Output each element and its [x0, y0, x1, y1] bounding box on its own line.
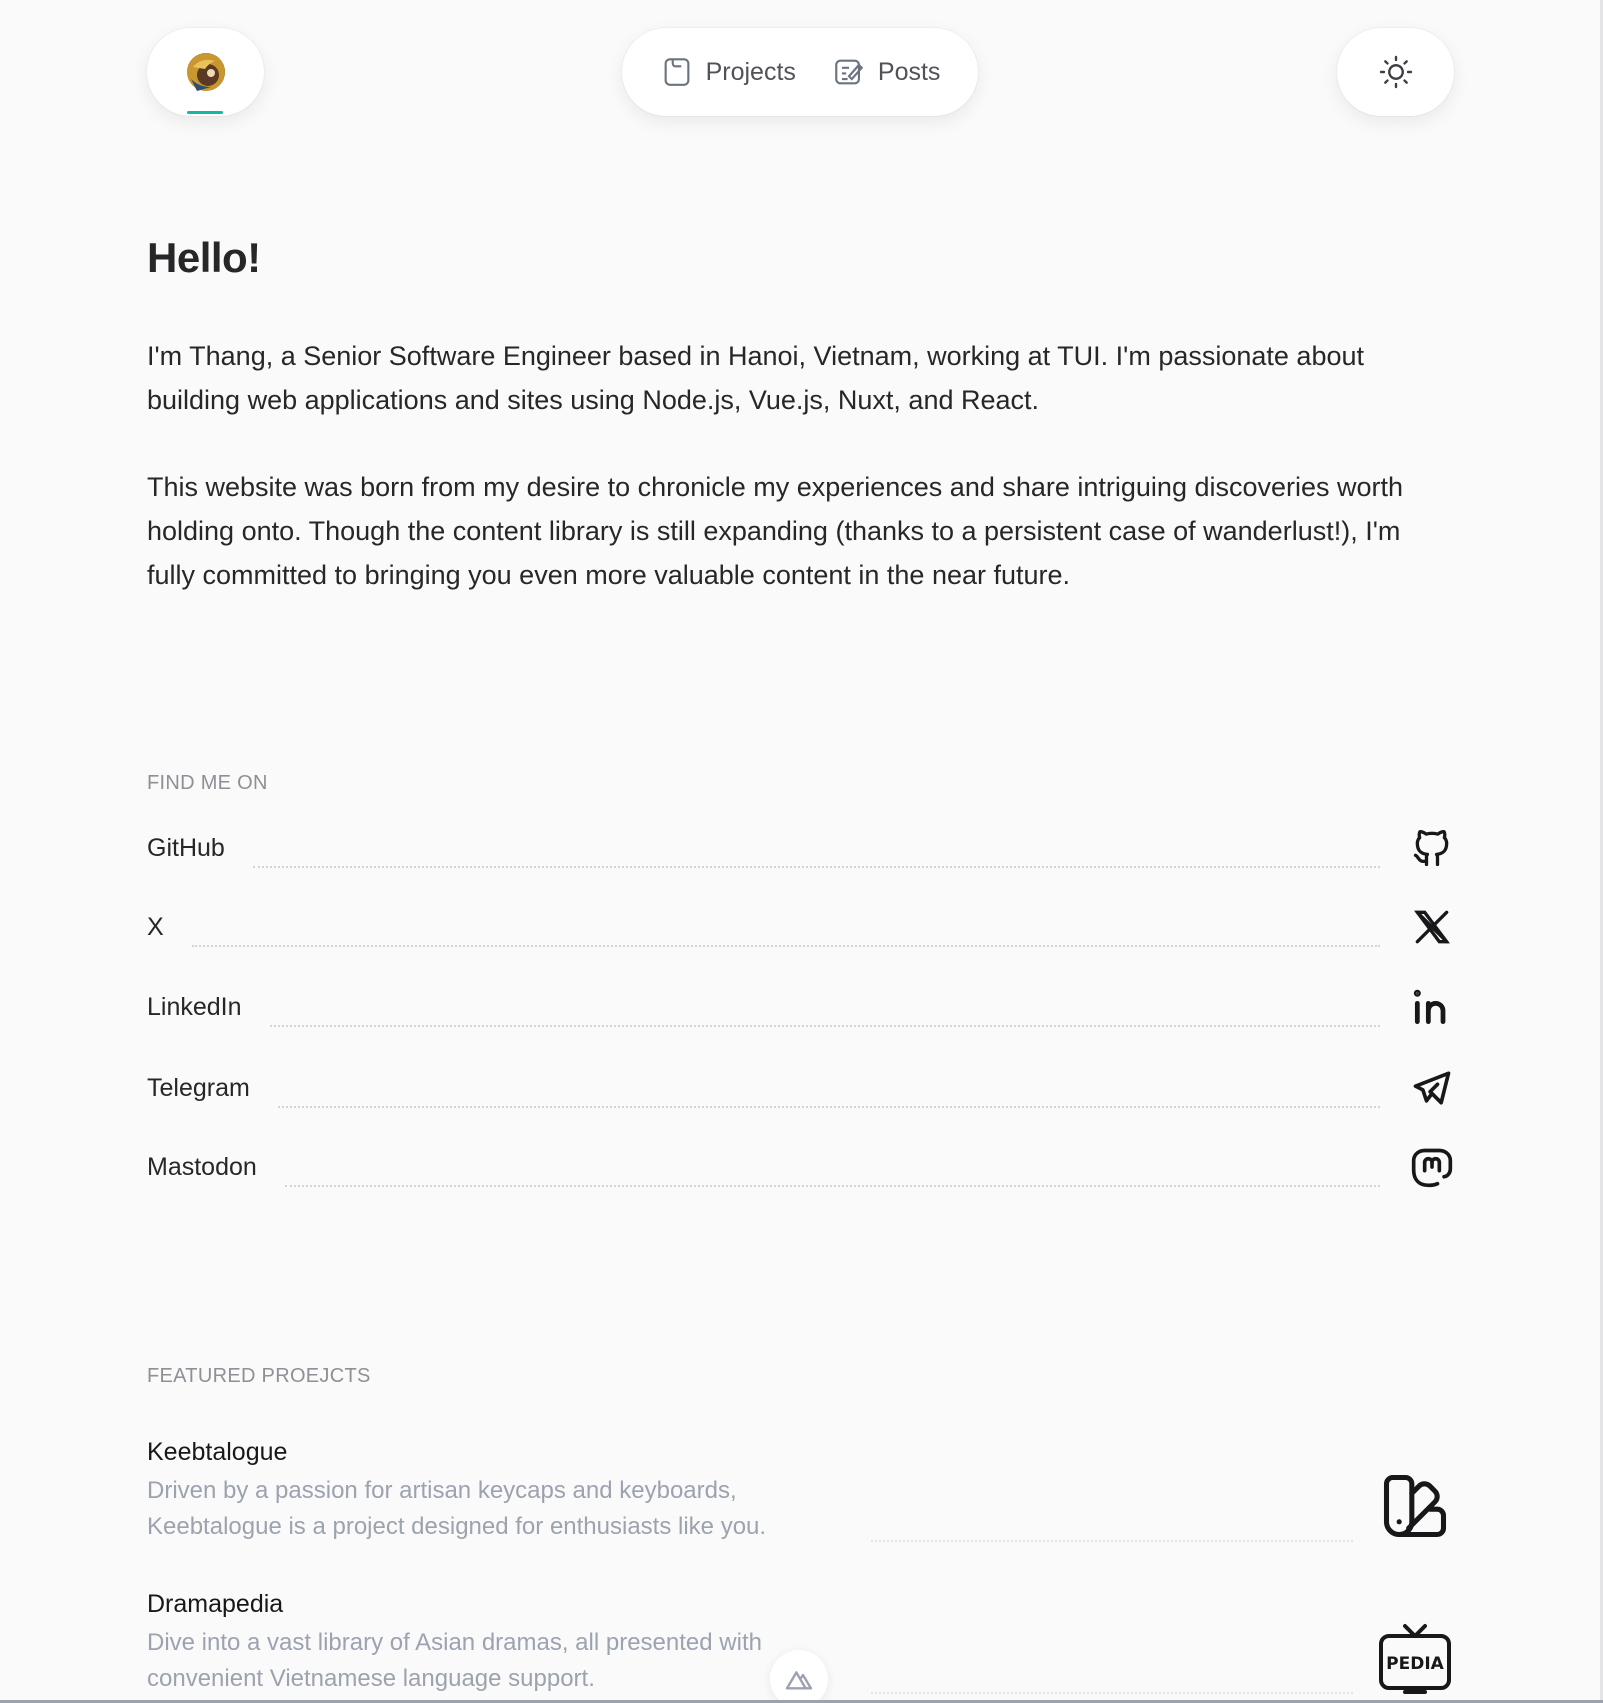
- active-indicator: [187, 111, 223, 114]
- social-link-linkedin[interactable]: LinkedIn: [147, 977, 1454, 1037]
- sun-icon: [1379, 55, 1412, 89]
- avatar-home-link[interactable]: [147, 28, 264, 116]
- swatch-book-icon: [1377, 1468, 1453, 1544]
- theme-toggle-button[interactable]: [1337, 28, 1454, 116]
- dotted-leader: [871, 1540, 1353, 1542]
- social-link-label: X: [147, 912, 164, 941]
- nav-posts[interactable]: Posts: [832, 55, 941, 89]
- edit-document-icon: [835, 59, 864, 85]
- social-link-label: Telegram: [147, 1073, 250, 1102]
- nuxt-icon: [785, 1671, 813, 1690]
- dotted-leader: [284, 1185, 1380, 1187]
- social-link-label: GitHub: [147, 833, 225, 862]
- nuxt-devtools-button[interactable]: [770, 1650, 828, 1703]
- social-link-mastodon[interactable]: Mastodon: [147, 1137, 1454, 1197]
- social-link-github[interactable]: GitHub: [147, 818, 1454, 878]
- dotted-leader: [871, 1692, 1353, 1694]
- project-title: Keebtalogue: [147, 1438, 288, 1466]
- tv-pedia-icon: PEDIA: [1377, 1620, 1453, 1696]
- github-icon: [1410, 826, 1454, 870]
- project-title: Dramapedia: [147, 1590, 284, 1618]
- social-section-heading: FIND ME ON: [147, 772, 268, 794]
- dotted-leader: [252, 866, 1380, 868]
- page-title: Hello!: [147, 234, 261, 281]
- social-link-x[interactable]: X: [147, 897, 1454, 957]
- social-link-telegram[interactable]: Telegram: [147, 1058, 1454, 1118]
- intro-paragraph: This website was born from my desire to …: [147, 472, 1404, 590]
- mastodon-icon: [1410, 1145, 1454, 1189]
- tv-pedia-icon-text: PEDIA: [1386, 1654, 1445, 1674]
- linkedin-icon: [1410, 985, 1454, 1029]
- nav-projects-label: Projects: [705, 57, 796, 86]
- dotted-leader: [269, 1025, 1380, 1027]
- x-icon: [1410, 905, 1454, 949]
- main-nav: Projects Posts: [622, 28, 978, 116]
- social-link-label: Mastodon: [147, 1152, 257, 1181]
- project-keebtalogue[interactable]: Keebtalogue Driven by a passion for arti…: [147, 1438, 1454, 1545]
- project-description: Driven by a passion for artisan keycaps …: [147, 1477, 767, 1540]
- social-link-label: LinkedIn: [147, 992, 242, 1021]
- folder-icon: [664, 58, 689, 86]
- project-description: Dive into a vast library of Asian dramas…: [147, 1629, 762, 1692]
- dotted-leader: [191, 945, 1380, 947]
- telegram-icon: [1410, 1066, 1454, 1110]
- intro-paragraph: I'm Thang, a Senior Software Engineer ba…: [147, 341, 1364, 415]
- avatar: [186, 53, 225, 91]
- nav-projects[interactable]: Projects: [660, 55, 796, 89]
- featured-section-heading: FEATURED PROEJCTS: [147, 1365, 371, 1387]
- page: Projects Posts Hello! I'm Thang, a Senio…: [0, 0, 1603, 1703]
- dotted-leader: [277, 1106, 1380, 1108]
- nav-posts-label: Posts: [877, 57, 941, 86]
